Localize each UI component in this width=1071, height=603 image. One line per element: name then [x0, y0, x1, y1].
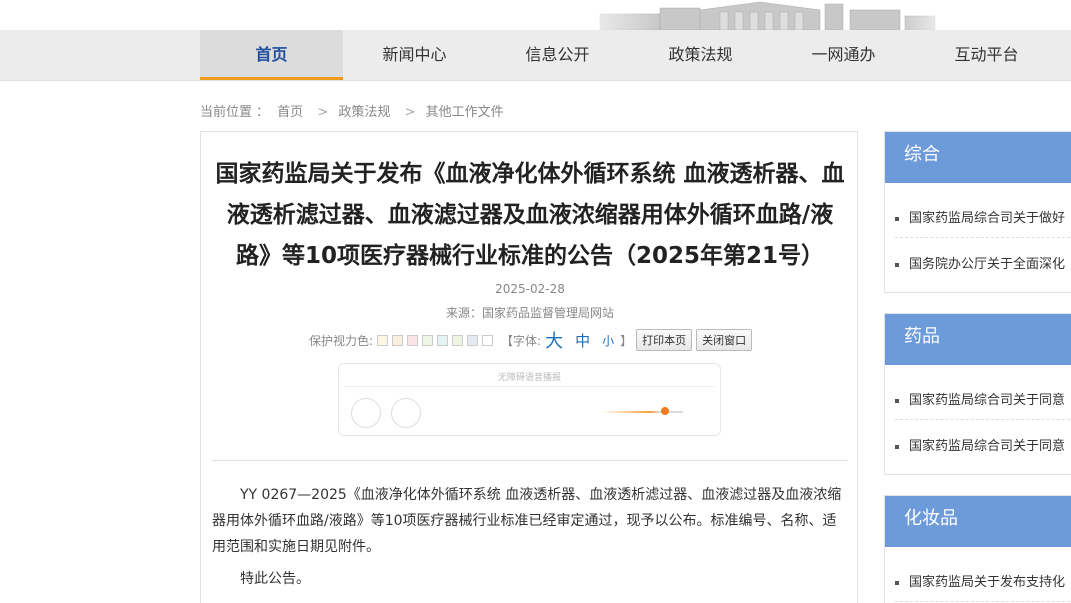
color-swatch-3[interactable] [407, 334, 419, 346]
volume-knob[interactable] [661, 407, 669, 415]
bullet-icon [895, 580, 899, 585]
volume-track[interactable] [601, 411, 683, 413]
sidebar-separator [895, 419, 1071, 420]
nav-news-center[interactable]: 新闻中心 [343, 30, 486, 80]
audio-player: 无障碍语音播报 [338, 363, 721, 436]
sidebar-link[interactable]: 国家药监局关于发布支持化 [895, 571, 1065, 590]
play-button[interactable] [351, 398, 381, 428]
color-swatch-6[interactable] [452, 334, 464, 346]
main-nav: 首页 新闻中心 信息公开 政策法规 一网通办 互动平台 [0, 30, 1071, 81]
bullet-icon [895, 398, 899, 403]
color-swatch-8[interactable] [482, 334, 494, 346]
breadcrumb-home[interactable]: 首页 [277, 105, 303, 120]
color-swatch-5[interactable] [437, 334, 449, 346]
sidebar-link-text: 国家药监局关于发布支持化 [909, 575, 1066, 590]
sidebar-box-cosmetics: 化妆品 国家药监局关于发布支持化 [884, 495, 1071, 603]
audio-player-label: 无障碍语音播报 [497, 373, 561, 383]
article-toolbar: 保护视力色: 【字体: 大 中 小 】 打印本页 关闭窗口 [309, 327, 753, 353]
breadcrumb-separator: > [317, 105, 329, 120]
color-swatch-1[interactable] [377, 334, 389, 346]
sidebar-link-text: 国家药监局综合司关于做好 [909, 211, 1066, 226]
sidebar-separator [895, 237, 1071, 238]
sidebar-link-text: 国家药监局综合司关于同意 [909, 439, 1066, 454]
nav-policy[interactable]: 政策法规 [629, 30, 772, 80]
stop-button[interactable] [391, 398, 421, 428]
breadcrumb-other-docs[interactable]: 其他工作文件 [426, 105, 504, 120]
bullet-icon [895, 444, 899, 449]
sidebar-link[interactable]: 国务院办公厅关于全面深化 [895, 253, 1065, 272]
color-swatch-7[interactable] [467, 334, 479, 346]
font-size-close-bracket: 】 [620, 333, 633, 348]
font-size-large[interactable]: 大 [545, 327, 563, 353]
player-divider [345, 386, 714, 387]
breadcrumb-policy[interactable]: 政策法规 [338, 105, 390, 120]
breadcrumb-colon: ： [256, 105, 270, 120]
nav-online-service[interactable]: 一网通办 [772, 30, 915, 80]
sidebar-link-text: 国务院办公厅关于全面深化 [909, 257, 1066, 272]
article-date: 2025-02-28 [495, 282, 565, 296]
sidebar-link[interactable]: 国家药监局综合司关于做好 [895, 207, 1065, 226]
header-banner [0, 0, 1071, 30]
font-size-small[interactable]: 小 [602, 332, 614, 349]
article-source: 来源：国家药品监督管理局网站 [445, 306, 614, 320]
article-paragraph-1: YY 0267—2025《血液净化体外循环系统 血液透析器、血液透析滤过器、血液… [212, 487, 842, 555]
sidebar-heading-cosmetics[interactable]: 化妆品 [885, 496, 1071, 547]
sidebar-box-general: 综合 国家药监局综合司关于做好 国务院办公厅关于全面深化 [884, 131, 1071, 293]
font-size-medium[interactable]: 中 [575, 330, 590, 351]
breadcrumb: 当前位置： 首页 > 政策法规 > 其他工作文件 [200, 101, 508, 120]
sidebar-box-drugs: 药品 国家药监局综合司关于同意 国家药监局综合司关于同意 [884, 313, 1071, 475]
bullet-icon [895, 262, 899, 267]
article-title: 国家药监局关于发布《血液净化体外循环系统 血液透析器、血液透析滤过器、血液滤过器… [215, 161, 845, 269]
sidebar-heading-drugs[interactable]: 药品 [885, 314, 1071, 365]
close-window-button[interactable]: 关闭窗口 [696, 329, 753, 351]
print-button[interactable]: 打印本页 [636, 329, 693, 351]
sidebar-separator [895, 601, 1071, 602]
color-swatch-4[interactable] [422, 334, 434, 346]
article-container: 国家药监局关于发布《血液净化体外循环系统 血液透析器、血液透析滤过器、血液滤过器… [200, 131, 858, 603]
font-size-label: 【字体: [501, 333, 542, 348]
color-swatch-2[interactable] [392, 334, 404, 346]
sidebar-link[interactable]: 国家药监局综合司关于同意 [895, 435, 1065, 454]
bullet-icon [895, 216, 899, 221]
sidebar-link[interactable]: 国家药监局综合司关于同意 [895, 389, 1065, 408]
sidebar-heading-general[interactable]: 综合 [885, 132, 1071, 183]
article-paragraph-2: 特此公告。 [240, 571, 310, 587]
nav-info-disclosure[interactable]: 信息公开 [486, 30, 629, 80]
breadcrumb-label: 当前位置 [200, 105, 253, 120]
sidebar-link-text: 国家药监局综合司关于同意 [909, 393, 1066, 408]
nav-interaction[interactable]: 互动平台 [915, 30, 1058, 80]
nav-home[interactable]: 首页 [200, 30, 343, 80]
building-illustration [560, 0, 960, 30]
article-divider [212, 460, 848, 461]
eye-protect-label: 保护视力色: [309, 333, 374, 348]
breadcrumb-separator: > [404, 105, 416, 120]
